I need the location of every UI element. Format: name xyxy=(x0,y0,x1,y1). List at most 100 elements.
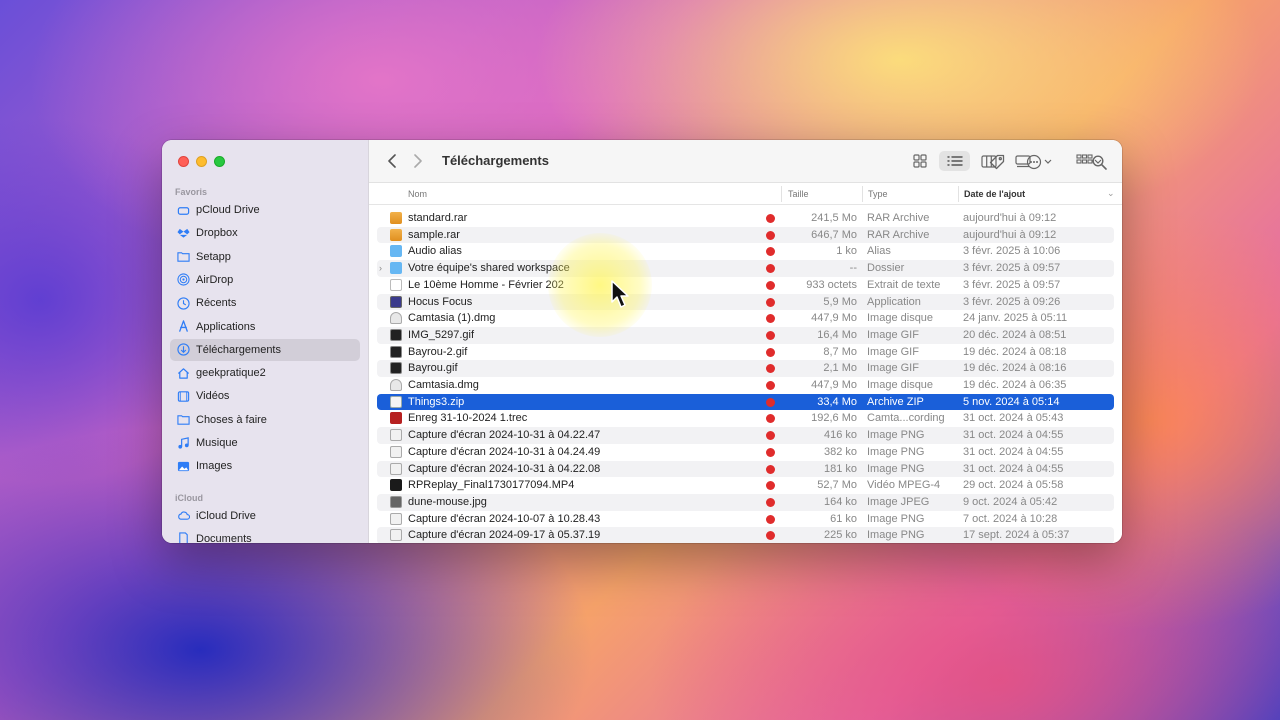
sidebar-item-t-l-chargements[interactable]: Téléchargements xyxy=(170,338,360,361)
back-button[interactable] xyxy=(383,152,401,170)
file-row[interactable]: standard.rar 241,5 Mo RAR Archive aujourd'h… xyxy=(377,210,1114,227)
file-folder-icon xyxy=(390,245,402,258)
file-row[interactable]: Bayrou.gif 2,1 Mo Image GIF 19 déc. 2024 à … xyxy=(377,360,1114,377)
minimize-window-button[interactable] xyxy=(196,156,207,167)
file-type: Image PNG xyxy=(867,445,925,458)
sidebar-item-icloud-drive[interactable]: iCloud Drive xyxy=(170,505,360,527)
tag-button[interactable] xyxy=(987,152,1007,172)
red-tag-icon xyxy=(766,531,775,541)
close-window-button[interactable] xyxy=(178,156,189,167)
red-tag-icon xyxy=(766,397,775,407)
sidebar-item-label: Dropbox xyxy=(196,227,238,240)
red-tag-icon xyxy=(766,381,775,390)
dropbox-icon xyxy=(176,226,190,240)
file-date-added: 31 oct. 2024 à 04:55 xyxy=(963,429,1064,442)
sidebar-item-label: iCloud Drive xyxy=(196,509,256,522)
red-tag-icon xyxy=(766,247,775,257)
file-row[interactable]: RPReplay_Final1730177094.MP4 52,7 Mo Vidéo… xyxy=(377,477,1114,494)
document-icon xyxy=(176,532,190,543)
icon-view-button[interactable] xyxy=(910,151,930,171)
list-icon xyxy=(946,156,963,166)
file-zip-icon xyxy=(390,395,402,408)
file-row[interactable]: Le 10ème Homme - Février 202 933 octets Ex… xyxy=(377,277,1114,294)
sidebar-item-label: Vidéos xyxy=(196,390,230,403)
file-name: Things3.zip xyxy=(408,395,465,408)
file-row[interactable]: sample.rar 646,7 Mo RAR Archive aujourd'hui… xyxy=(377,226,1114,244)
file-row[interactable]: Audio alias 1 ko Alias 3 févr. 2025 à 10:06 xyxy=(377,243,1114,260)
file-name: Capture d'écran 2024-10-31 à 04.22.08 xyxy=(408,462,601,475)
file-row[interactable]: Hocus Focus 5,9 Mo Application 3 févr. 2025… xyxy=(377,293,1114,311)
file-row[interactable]: Things3.zip 33,4 Mo Archive ZIP 5 nov. 2024… xyxy=(377,393,1114,411)
search-button[interactable] xyxy=(1089,152,1109,172)
file-type: Camta...cording xyxy=(867,412,945,425)
file-row[interactable]: Capture d'écran 2024-10-07 à 10.28.43 61 … xyxy=(377,511,1114,528)
file-size: 1 ko xyxy=(836,245,857,258)
sidebar-item-airdrop[interactable]: AirDrop xyxy=(170,269,360,291)
file-name: dune-mouse.jpg xyxy=(408,495,487,508)
file-name: Audio alias xyxy=(408,245,462,258)
file-name: RPReplay_Final1730177094.MP4 xyxy=(408,479,575,492)
file-type: Image JPEG xyxy=(867,495,930,508)
file-size: 192,6 Mo xyxy=(811,412,857,425)
sidebar-item-label: geekpratique2 xyxy=(196,367,266,380)
sidebar-item-applications[interactable]: Applications xyxy=(170,316,360,338)
file-name: Hocus Focus xyxy=(408,295,473,308)
sidebar-item-images[interactable]: Images xyxy=(170,455,360,477)
file-row[interactable]: Enreg 31-10-2024 1.trec 192,6 Mo Camta...c… xyxy=(377,410,1114,427)
more-actions-button[interactable] xyxy=(1024,152,1056,172)
sidebar-item-documents[interactable]: Documents xyxy=(170,528,360,543)
file-type: Alias xyxy=(867,245,891,258)
file-row[interactable]: Camtasia.dmg 447,9 Mo Image disque 19 déc. … xyxy=(377,377,1114,394)
file-row[interactable]: Capture d'écran 2024-10-31 à 04.22.08 181… xyxy=(377,460,1114,478)
file-row[interactable]: IMG_5297.gif 16,4 Mo Image GIF 20 déc. 2024… xyxy=(377,326,1114,344)
sidebar-item-vid-os[interactable]: Vidéos xyxy=(170,385,360,407)
sidebar-section-header: iCloud xyxy=(175,492,203,503)
red-tag-icon xyxy=(766,297,775,307)
column-size-header[interactable]: Taille xyxy=(788,189,809,199)
file-size: 447,9 Mo xyxy=(811,379,857,391)
sidebar-item-geekpratique2[interactable]: geekpratique2 xyxy=(170,362,360,384)
search-icon xyxy=(1091,154,1107,170)
disclosure-chevron-icon[interactable]: › xyxy=(379,263,382,273)
sidebar-item-label: Choses à faire xyxy=(196,413,267,426)
red-tag-icon xyxy=(766,464,775,474)
file-type: Image disque xyxy=(867,379,934,391)
column-date-header[interactable]: Date de l'ajout xyxy=(964,189,1025,199)
sidebar-item-dropbox[interactable]: Dropbox xyxy=(170,222,360,244)
column-name-header[interactable]: Nom xyxy=(408,189,427,199)
file-type: Image GIF xyxy=(867,345,919,358)
file-size: 241,5 Mo xyxy=(811,212,857,224)
clock-icon xyxy=(176,296,190,310)
zoom-window-button[interactable] xyxy=(214,156,225,167)
grid-icon xyxy=(913,154,927,168)
sidebar-item-r-cents[interactable]: Récents xyxy=(170,292,360,314)
toolbar: Téléchargements xyxy=(369,140,1122,183)
forward-button[interactable] xyxy=(409,152,427,170)
file-row[interactable]: › Votre équipe's shared workspace -- Dossie… xyxy=(377,260,1114,277)
file-size: 646,7 Mo xyxy=(811,228,857,241)
photo-icon xyxy=(176,459,190,473)
file-type: Extrait de texte xyxy=(867,278,941,291)
file-row[interactable]: Capture d'écran 2024-10-31 à 04.24.49 382… xyxy=(377,444,1114,461)
file-row[interactable]: Camtasia (1).dmg 447,9 Mo Image disque 24 j… xyxy=(377,310,1114,327)
file-row[interactable]: dune-mouse.jpg 164 ko Image JPEG 9 oct. 202… xyxy=(377,493,1114,511)
file-date-added: 3 févr. 2025 à 09:57 xyxy=(963,278,1061,291)
file-row[interactable]: Bayrou-2.gif 8,7 Mo Image GIF 19 déc. 2024 … xyxy=(377,344,1114,361)
sidebar-item-pcloud-drive[interactable]: pCloud Drive xyxy=(170,199,360,221)
file-type: Image GIF xyxy=(867,328,919,341)
file-row[interactable]: Capture d'écran 2024-10-31 à 04.22.47 416… xyxy=(377,427,1114,444)
red-tag-icon xyxy=(766,214,775,223)
file-date-added: 31 oct. 2024 à 04:55 xyxy=(963,445,1064,458)
share-button[interactable] xyxy=(1118,151,1122,171)
list-view-button[interactable] xyxy=(939,151,970,171)
file-name: Capture d'écran 2024-10-31 à 04.24.49 xyxy=(408,445,601,458)
sidebar-item-musique[interactable]: Musique xyxy=(170,432,360,454)
file-date-added: 29 oct. 2024 à 05:58 xyxy=(963,479,1064,492)
sidebar-item-choses-faire[interactable]: Choses à faire xyxy=(170,409,360,431)
column-type-header[interactable]: Type xyxy=(868,189,888,199)
file-gif-icon xyxy=(390,328,402,341)
file-size: 16,4 Mo xyxy=(817,328,857,341)
file-row[interactable]: Capture d'écran 2024-09-17 à 05.37.19 225… xyxy=(377,527,1114,543)
sidebar-item-setapp[interactable]: Setapp xyxy=(170,246,360,268)
file-type: Image PNG xyxy=(867,429,925,442)
